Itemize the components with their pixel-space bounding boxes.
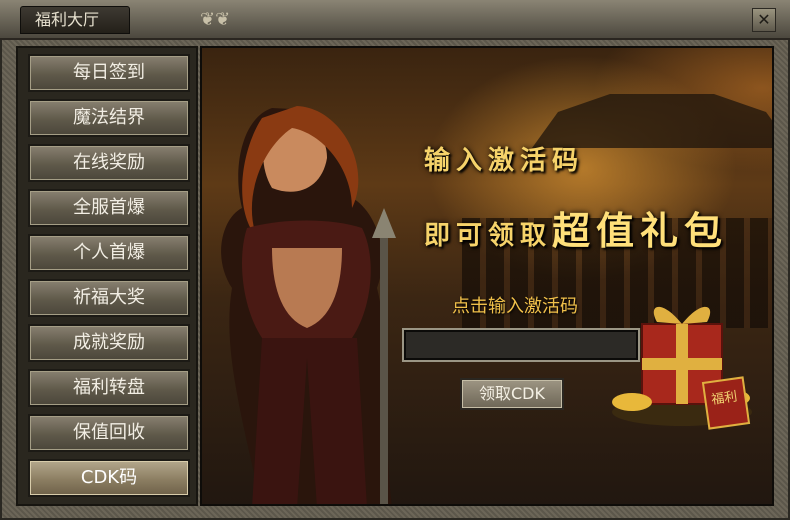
slogan-prefix: 即可领取 [424, 221, 553, 251]
pagoda-roof-illustration [532, 94, 772, 148]
sidebar-item-value-recycle[interactable]: 保值回收 [28, 414, 190, 452]
sidebar-item-online-reward[interactable]: 在线奖励 [28, 144, 190, 182]
claim-cdk-button[interactable]: 领取CDK [460, 378, 564, 410]
cdk-prompt: 点击输入激活码 [452, 296, 578, 317]
cdk-panel: 输入激活码 即可领取超值礼包 点击输入激活码 领取CDK 福利 [200, 46, 774, 506]
slogan-highlight: 超值礼包 [552, 208, 729, 253]
sidebar-item-lucky-wheel[interactable]: 福利转盘 [28, 369, 190, 407]
sidebar-item-personal-first-drop[interactable]: 个人首爆 [28, 234, 190, 272]
sidebar-item-cdk[interactable]: CDK码 [28, 459, 190, 497]
sidebar-item-daily-signin[interactable]: 每日签到 [28, 54, 190, 92]
close-icon[interactable]: ✕ [752, 8, 776, 32]
gift-box-illustration: 福利 [612, 306, 752, 430]
slogan-line-2: 即可领取超值礼包 [424, 200, 728, 255]
slogan-line-1: 输入激活码 [424, 146, 585, 176]
warrior-illustration [221, 106, 396, 504]
ornament-icon: ❦❦ [200, 9, 231, 30]
sidebar: 每日签到 魔法结界 在线奖励 全服首爆 个人首爆 祈福大奖 成就奖励 福利转盘 … [16, 46, 198, 506]
sidebar-item-magic-barrier[interactable]: 魔法结界 [28, 99, 190, 137]
sidebar-item-server-first-drop[interactable]: 全服首爆 [28, 189, 190, 227]
sidebar-item-achievement-reward[interactable]: 成就奖励 [28, 324, 190, 362]
sidebar-item-blessing-prize[interactable]: 祈福大奖 [28, 279, 190, 317]
window-title: 福利大厅 [20, 6, 131, 34]
title-bar: 福利大厅 ❦❦ ✕ [0, 0, 790, 40]
